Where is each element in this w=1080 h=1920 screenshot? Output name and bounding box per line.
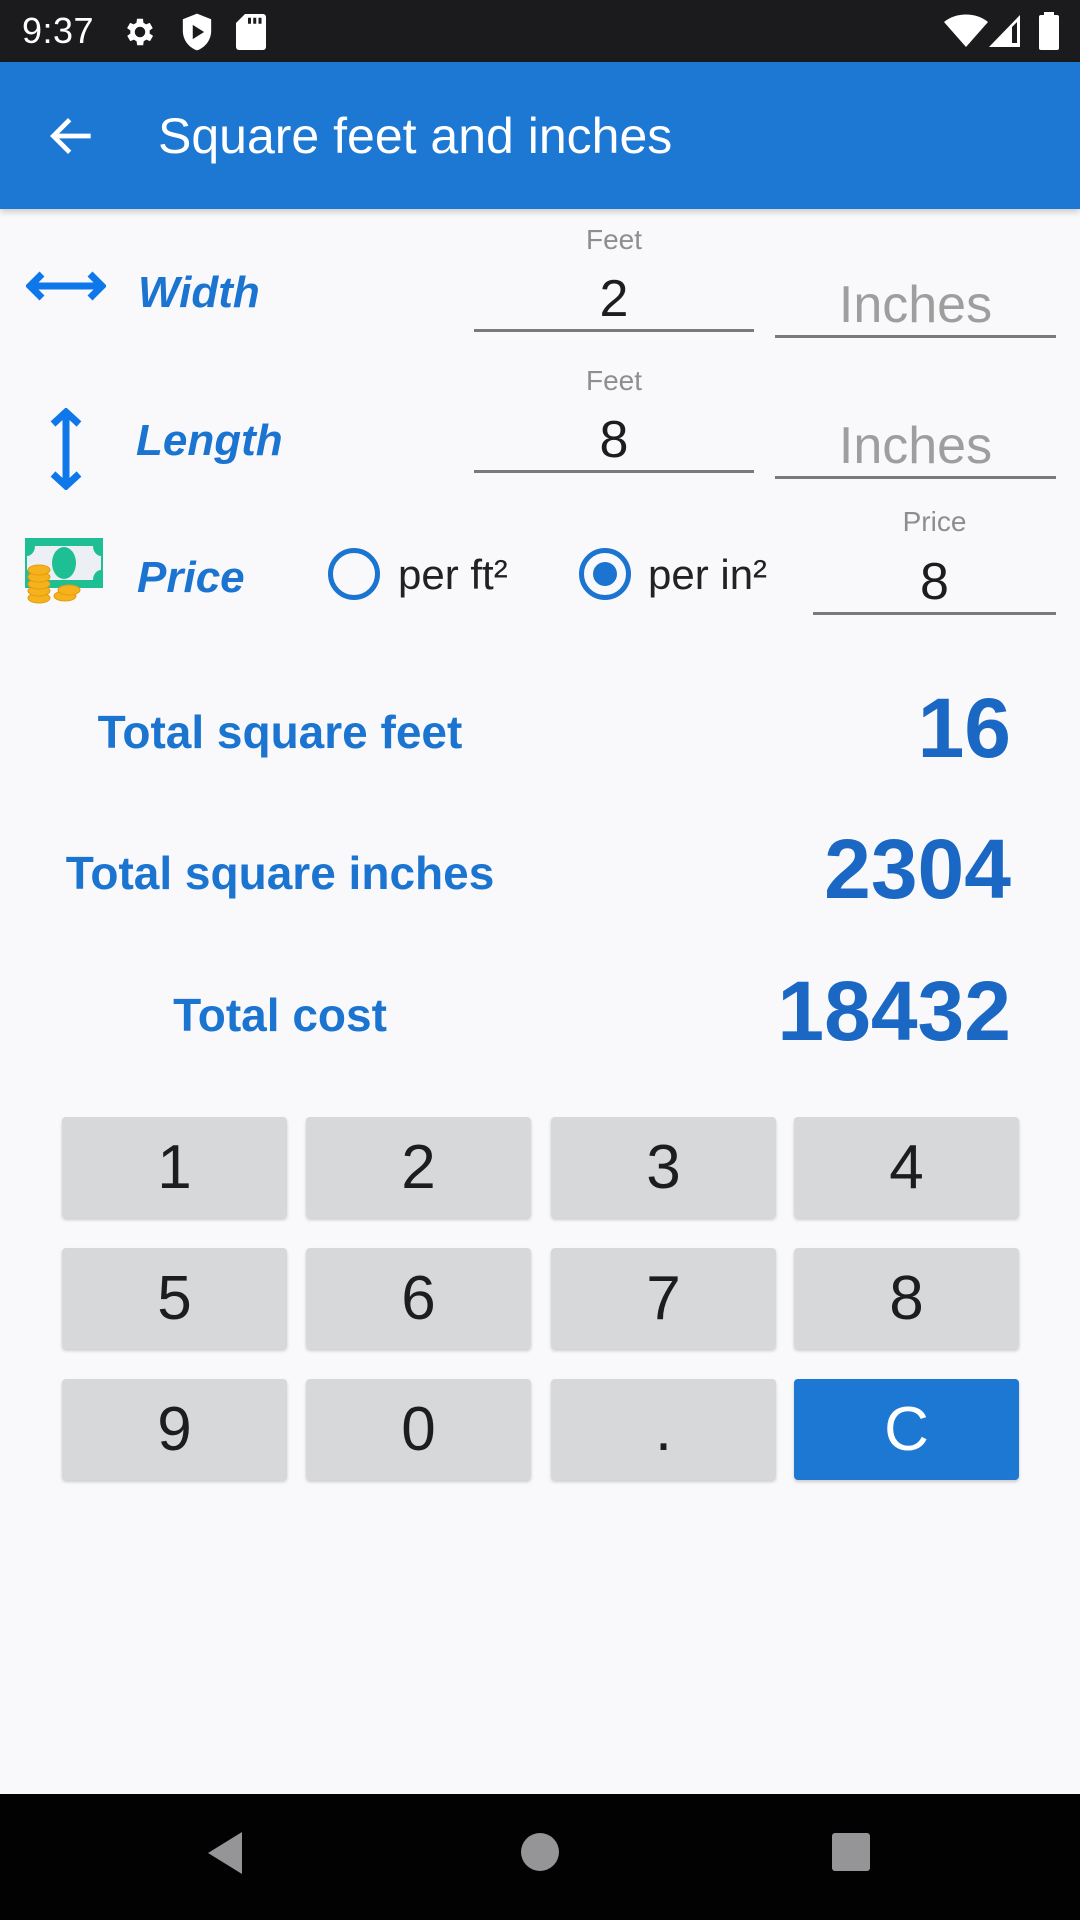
length-feet-input[interactable]: 8: [474, 411, 754, 473]
home-circle-icon[interactable]: [520, 1832, 560, 1872]
key-1[interactable]: 1: [62, 1117, 287, 1218]
per-in2-label[interactable]: per in²: [648, 551, 767, 599]
gear-icon: [127, 18, 154, 46]
key-clear[interactable]: C: [794, 1379, 1019, 1480]
width-inches-input[interactable]: Inches: [775, 276, 1056, 338]
arrow-left-icon: [50, 118, 91, 154]
key-5[interactable]: 5: [62, 1248, 287, 1349]
total-square-feet-value: 16: [917, 681, 1011, 775]
width-feet-input[interactable]: 2: [474, 270, 754, 332]
app-bar: Square feet and inches: [0, 62, 1080, 209]
money-icon: [25, 538, 103, 604]
shield-play-icon: [182, 13, 212, 51]
total-square-inches-value: 2304: [824, 822, 1011, 916]
length-label: Length: [136, 416, 283, 465]
length-feet-hint: Feet: [585, 365, 643, 396]
per-ft2-radio[interactable]: [328, 548, 380, 600]
key-9[interactable]: 9: [62, 1379, 287, 1480]
key-8[interactable]: 8: [794, 1248, 1019, 1349]
price-label: Price: [137, 553, 245, 602]
battery-icon: [1039, 12, 1059, 50]
per-ft2-label[interactable]: per ft²: [398, 551, 508, 599]
total-cost-value: 18432: [777, 964, 1011, 1058]
length-inches-input[interactable]: Inches: [775, 417, 1056, 479]
price-input[interactable]: 8: [813, 553, 1056, 615]
key-7[interactable]: 7: [551, 1248, 776, 1349]
total-square-feet-label: Total square feet: [97, 706, 463, 758]
recents-square-icon[interactable]: [831, 1832, 871, 1872]
status-time: 9:37: [22, 10, 95, 51]
key-0[interactable]: 0: [306, 1379, 531, 1480]
back-triangle-icon[interactable]: [205, 1830, 245, 1876]
key-3[interactable]: 3: [551, 1117, 776, 1218]
page-title: Square feet and inches: [158, 108, 673, 164]
cellular-signal-icon: [989, 15, 1020, 47]
vertical-arrows-icon: [50, 408, 82, 490]
sd-card-icon: [236, 14, 266, 50]
width-label: Width: [138, 268, 260, 317]
status-bar: 9:37: [0, 0, 1080, 62]
horizontal-arrows-icon: [26, 271, 106, 301]
key-2[interactable]: 2: [306, 1117, 531, 1218]
system-nav-bar: [0, 1794, 1080, 1920]
wifi-icon: [944, 14, 988, 47]
back-button[interactable]: [44, 108, 100, 164]
key-4[interactable]: 4: [794, 1117, 1019, 1218]
price-hint: Price: [902, 506, 967, 537]
total-square-inches-label: Total square inches: [65, 847, 495, 899]
key-6[interactable]: 6: [306, 1248, 531, 1349]
width-feet-hint: Feet: [585, 224, 643, 255]
per-in2-radio[interactable]: [579, 548, 631, 600]
total-cost-label: Total cost: [173, 989, 387, 1041]
key-decimal[interactable]: .: [551, 1379, 776, 1480]
